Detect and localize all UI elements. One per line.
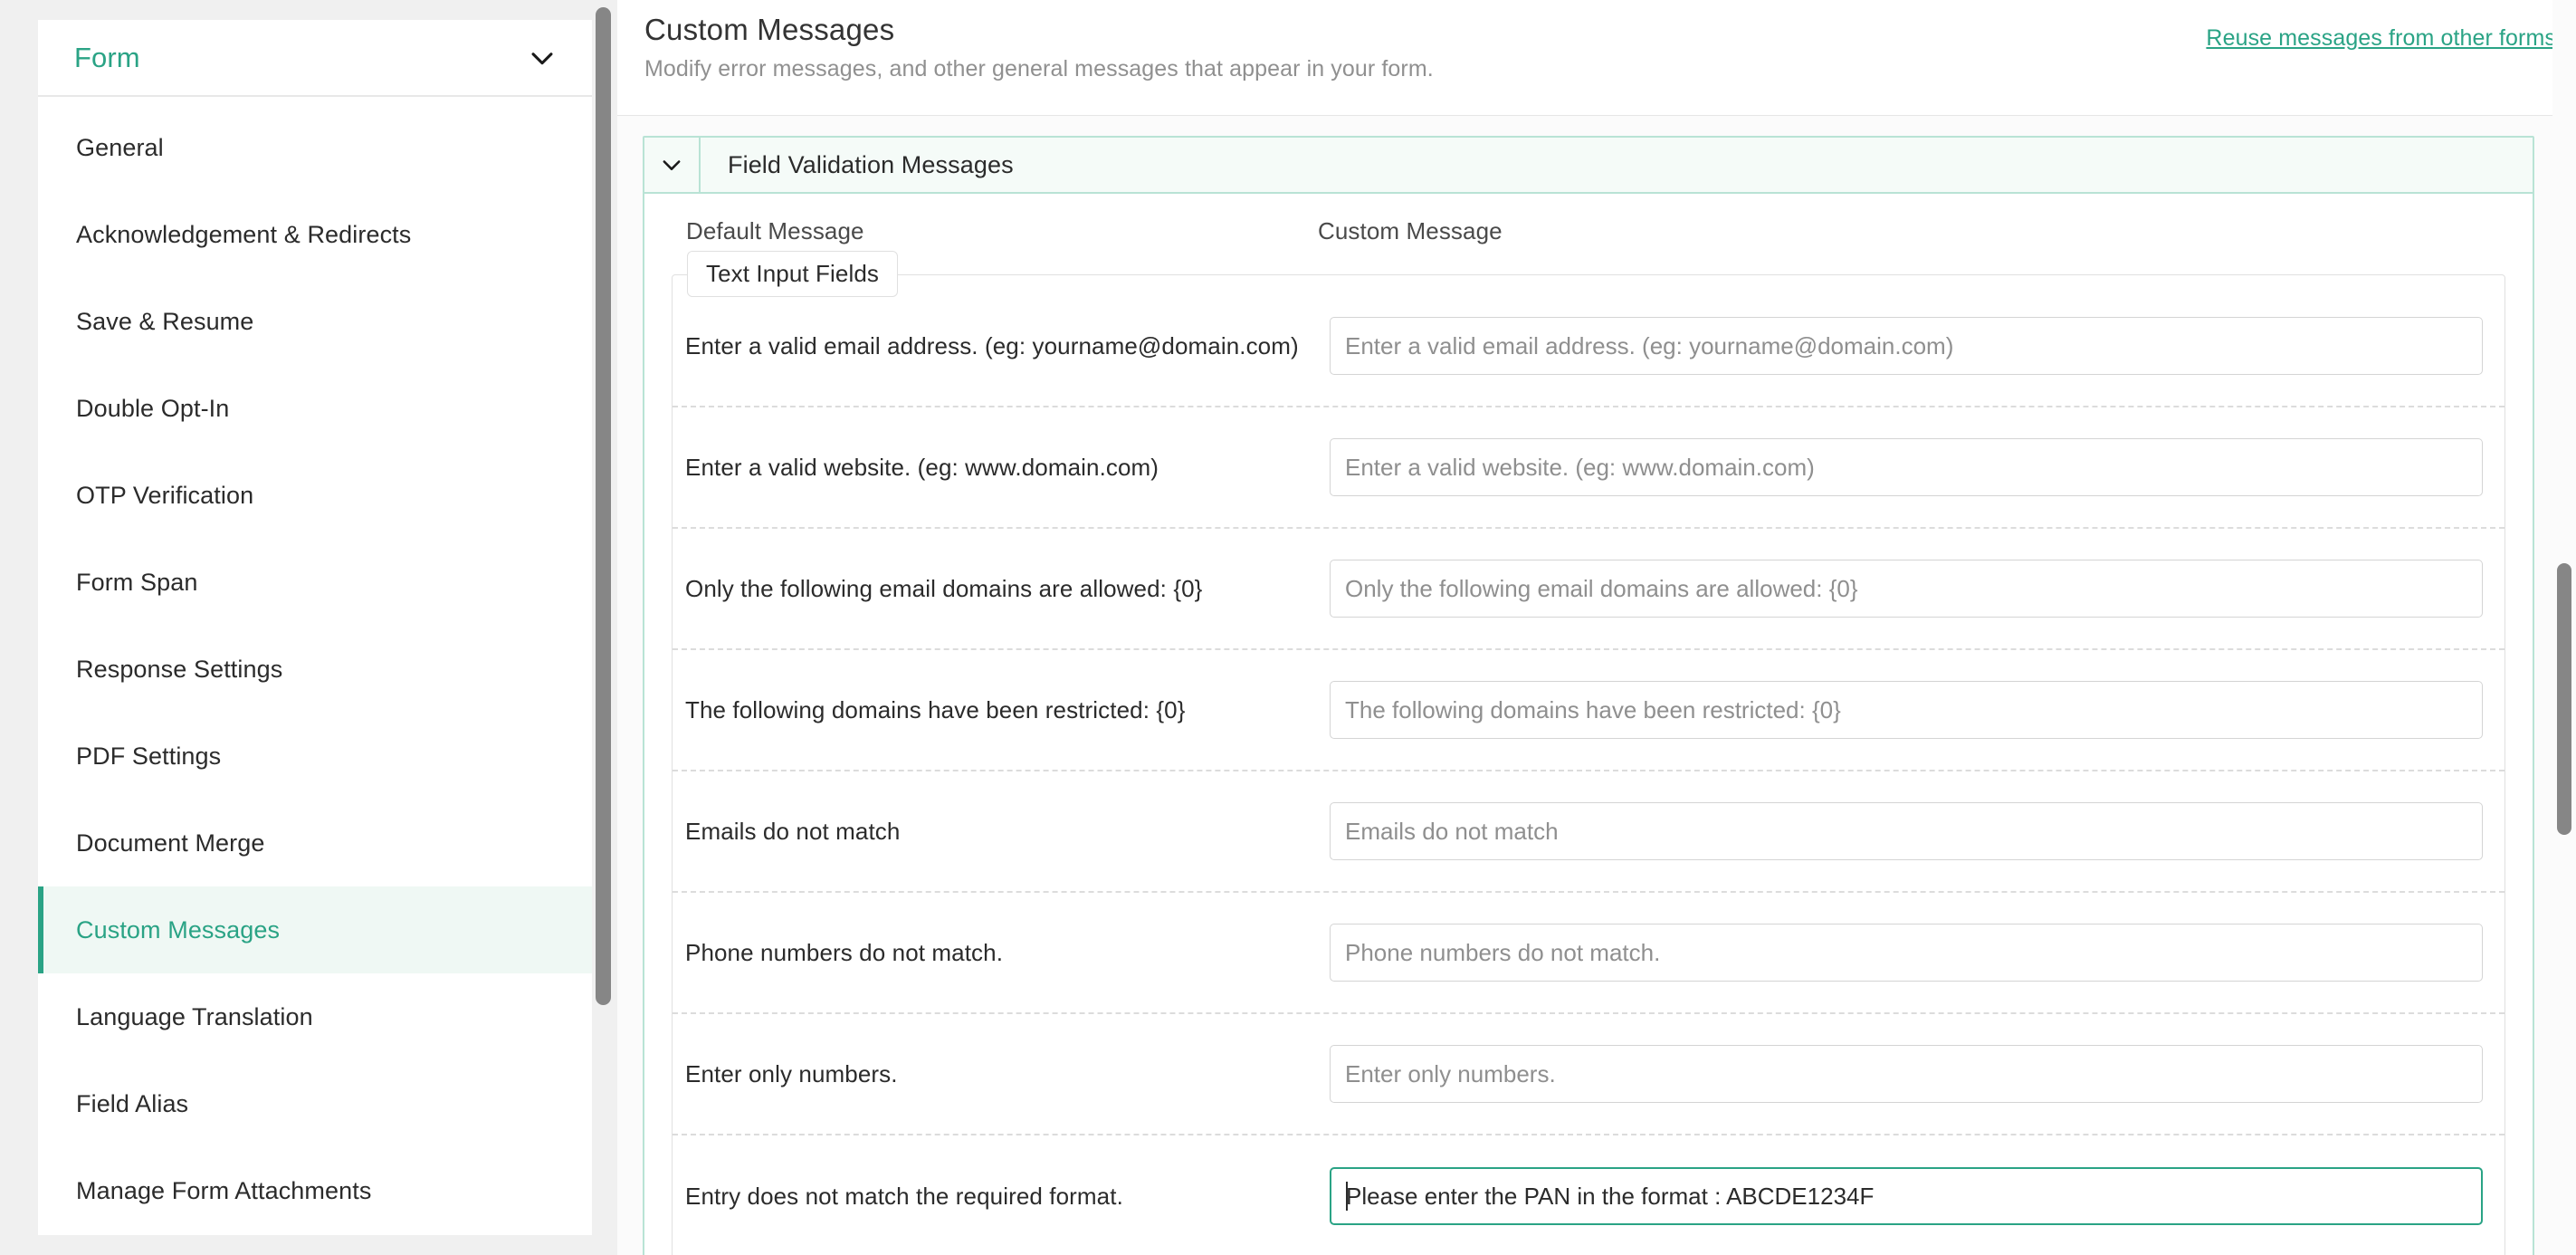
sidebar-item-response-settings[interactable]: Response Settings [38,626,592,713]
sidebar-item-custom-messages[interactable]: Custom Messages [38,886,592,973]
sidebar-nav: General Acknowledgement & Redirects Save &… [38,97,592,1234]
main-panel: Custom Messages Modify error messages, a… [617,0,2576,1255]
custom-message-input[interactable] [1330,317,2483,375]
custom-message-cell [1330,924,2504,982]
custom-message-input[interactable] [1330,924,2483,982]
default-message-text: Entry does not match the required format… [685,1182,1123,1210]
custom-message-input[interactable] [1330,802,2483,860]
message-row: Phone numbers do not match. [673,893,2504,1014]
field-validation-messages-card: Field Validation Messages Default Messag… [643,136,2534,1255]
sidebar-item-otp-verification[interactable]: OTP Verification [38,452,592,539]
sidebar-item-general[interactable]: General [38,104,592,191]
custom-message-cell [1330,438,2504,496]
sidebar-item-document-merge[interactable]: Document Merge [38,800,592,886]
chevron-down-icon[interactable] [527,43,558,73]
text-input-fields-group: Text Input Fields Enter a valid email ad… [672,251,2505,1255]
sidebar-item-label: Document Merge [76,829,265,857]
sidebar-item-label: Language Translation [76,1002,313,1030]
custom-message-cell [1330,317,2504,375]
default-message-text: Only the following email domains are all… [685,574,1203,602]
sidebar-item-field-alias[interactable]: Field Alias [38,1060,592,1147]
default-message-text: The following domains have been restrict… [685,695,1186,723]
custom-message-cell [1330,1167,2504,1225]
sidebar-item-label: Response Settings [76,655,283,683]
column-header-default: Default Message [686,217,864,244]
sidebar-item-double-opt-in[interactable]: Double Opt-In [38,365,592,452]
message-row: Entry does not match the required format… [673,1135,2504,1255]
section-title: Field Validation Messages [728,150,1014,178]
message-row: Enter a valid website. (eg: www.domain.c… [673,407,2504,529]
sidebar-item-label: PDF Settings [76,742,222,770]
sidebar-item-label: Double Opt-In [76,394,230,422]
message-row: Enter only numbers. [673,1014,2504,1135]
page-subtitle: Modify error messages, and other general… [644,56,1434,81]
sidebar-item-label: Custom Messages [76,915,281,944]
sidebar-item-label: Manage Form Attachments [76,1176,372,1204]
main-scrollbar-thumb[interactable] [2557,563,2571,835]
custom-message-cell [1330,681,2504,739]
custom-message-input[interactable] [1330,438,2483,496]
sidebar-item-label: Field Alias [76,1089,189,1117]
fieldset-legend: Text Input Fields [687,251,899,297]
custom-message-input[interactable] [1330,560,2483,618]
sidebar-item-label: Save & Resume [76,307,254,335]
text-caret [1346,1182,1348,1211]
section-collapse-toggle[interactable] [644,138,701,192]
sidebar-scrollbar-thumb[interactable] [596,7,611,1005]
message-row: Enter a valid email address. (eg: yourna… [673,286,2504,407]
card-header: Field Validation Messages [644,138,2533,194]
default-message-text: Emails do not match [685,817,901,845]
custom-message-input[interactable] [1330,1045,2483,1103]
sidebar-header[interactable]: Form [38,20,592,97]
sidebar-item-label: General [76,133,164,161]
sidebar-item-label: Form Span [76,568,198,596]
reuse-messages-link[interactable]: Reuse messages from other forms [2206,25,2556,52]
column-header-custom: Custom Message [1318,217,1503,244]
message-row: Emails do not match [673,771,2504,893]
custom-message-input[interactable] [1330,1167,2483,1225]
default-message-text: Enter a valid email address. (eg: yourna… [685,331,1299,359]
sidebar-item-label: OTP Verification [76,481,254,509]
page-header: Custom Messages Modify error messages, a… [617,0,2576,116]
message-row: Only the following email domains are all… [673,529,2504,650]
default-message-text: Enter a valid website. (eg: www.domain.c… [685,453,1159,481]
default-message-text: Phone numbers do not match. [685,938,1004,966]
settings-sidebar: Form General Acknowledgement & Redirects S… [38,20,592,1235]
sidebar-item-language-translation[interactable]: Language Translation [38,973,592,1060]
message-row: The following domains have been restrict… [673,650,2504,771]
sidebar-item-save-resume[interactable]: Save & Resume [38,278,592,365]
custom-message-input[interactable] [1330,681,2483,739]
custom-message-cell [1330,1045,2504,1103]
sidebar-item-manage-form-attachments[interactable]: Manage Form Attachments [38,1147,592,1234]
default-message-text: Enter only numbers. [685,1059,898,1087]
sidebar-item-pdf-settings[interactable]: PDF Settings [38,713,592,800]
column-headers: Default Message Custom Message [644,194,2533,267]
sidebar-title: Form [74,41,140,73]
sidebar-item-label: Acknowledgement & Redirects [76,220,412,248]
app-root: Form General Acknowledgement & Redirects S… [0,0,2576,1255]
custom-message-cell [1330,560,2504,618]
custom-message-cell [1330,802,2504,860]
sidebar-item-form-span[interactable]: Form Span [38,539,592,626]
sidebar-item-acknowledgement-redirects[interactable]: Acknowledgement & Redirects [38,191,592,278]
